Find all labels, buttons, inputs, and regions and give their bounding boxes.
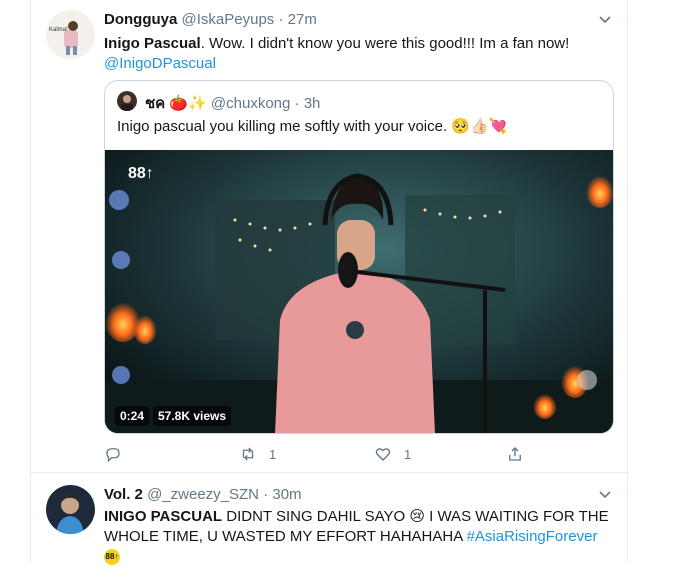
tweet[interactable]: Kalma! Dongguya @IskaPeyups · 27m Inigo … — [30, 0, 628, 473]
timestamp[interactable]: 27m — [288, 11, 317, 28]
quote-display-name[interactable]: ชค — [145, 95, 165, 112]
separator: · — [278, 11, 284, 28]
like-button[interactable]: 1 — [374, 444, 411, 464]
video-player[interactable]: 88↑ 0:24 57.8K views — [105, 150, 613, 433]
retweet-icon — [242, 447, 254, 461]
like-icon — [375, 448, 391, 461]
share-icon — [509, 447, 521, 461]
tweet-header: Vol. 2 @_zweezy_SZN · 30m — [104, 486, 302, 503]
reply-icon — [106, 448, 120, 463]
video-logo: 88↑ — [128, 165, 154, 182]
user-handle[interactable]: @_zweezy_SZN — [147, 486, 259, 503]
avatar[interactable] — [46, 485, 95, 534]
tweet-text: INIGO PASCUAL DIDNT SING DAHIL SAYO 😢 I … — [104, 507, 614, 567]
avatar[interactable]: Kalma! — [46, 10, 95, 59]
quote-avatar[interactable] — [117, 91, 137, 111]
avatar-text: Kalma! — [49, 27, 68, 33]
display-name[interactable]: Dongguya — [104, 11, 177, 28]
reply-button[interactable] — [104, 444, 134, 464]
quote-user-handle[interactable]: @chuxkong — [211, 95, 290, 112]
timestamp[interactable]: 30m — [272, 486, 301, 503]
user-handle[interactable]: @IskaPeyups — [182, 11, 275, 28]
tweet-text-bold: INIGO PASCUAL — [104, 508, 223, 525]
quote-text-emoji: 🥺👍🏻💘 — [451, 117, 508, 135]
quote-text-body: Inigo pascual you killing me softly with… — [117, 118, 448, 135]
retweet-count: 1 — [269, 446, 277, 462]
quote-timestamp[interactable]: 3h — [304, 95, 321, 112]
tweet-text-bold: Inigo Pascual — [104, 35, 201, 52]
display-name[interactable]: Vol. 2 — [104, 486, 143, 503]
like-count: 1 — [404, 446, 412, 462]
video-duration: 0:24 — [115, 406, 150, 426]
chevron-down-icon[interactable] — [598, 488, 612, 502]
quote-separator: · — [294, 95, 300, 112]
tweet-text: Inigo Pascual. Wow. I didn't know you we… — [104, 34, 614, 74]
quoted-tweet[interactable]: ชค 🍅✨ @chuxkong · 3h Inigo pascual you k… — [104, 80, 614, 434]
quote-header: ชค 🍅✨ @chuxkong · 3h — [145, 91, 320, 115]
tweet-actions: 1 1 — [104, 444, 524, 464]
video-frame — [105, 150, 613, 433]
share-button[interactable] — [506, 444, 524, 464]
tweet-header: Dongguya @IskaPeyups · 27m — [104, 11, 317, 28]
chevron-down-icon[interactable] — [598, 13, 612, 27]
quote-name-emoji: 🍅✨ — [169, 94, 207, 112]
tweet-text-body: . Wow. I didn't know you were this good!… — [200, 35, 570, 52]
mention-link[interactable]: @InigoDPascual — [104, 55, 216, 72]
retweet-button[interactable]: 1 — [239, 444, 276, 464]
separator: · — [263, 486, 269, 503]
tweet[interactable]: Vol. 2 @_zweezy_SZN · 30m INIGO PASCUAL … — [30, 474, 628, 566]
hashtag-link[interactable]: #AsiaRisingForever — [467, 528, 598, 545]
trail-badge-icon: 88↑ — [104, 549, 120, 566]
quote-text: Inigo pascual you killing me softly with… — [117, 117, 507, 135]
video-views: 57.8K views — [153, 406, 232, 426]
